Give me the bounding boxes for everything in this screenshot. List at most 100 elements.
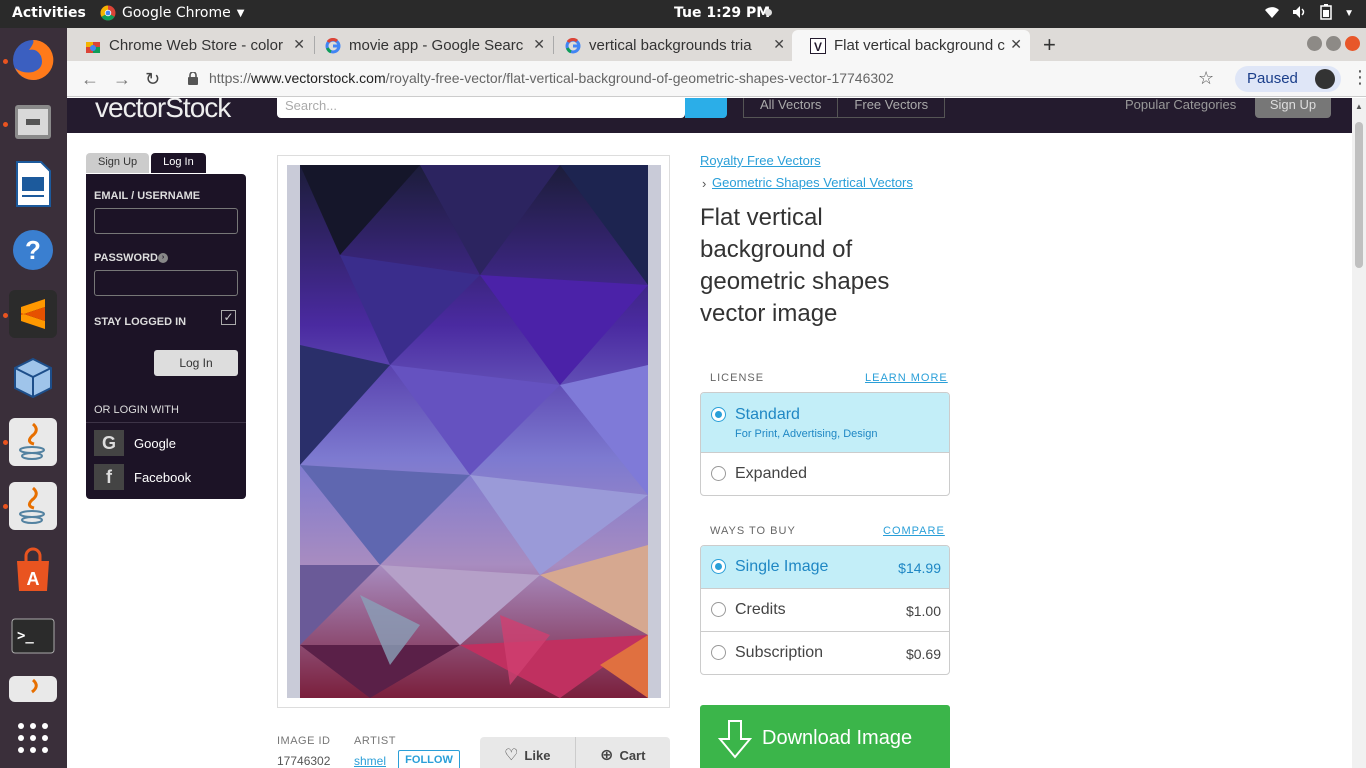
log-in-button[interactable]: Log In	[154, 350, 238, 376]
purchase-options: Single Image $14.99 Credits $1.00 Subscr…	[700, 545, 950, 675]
system-tray[interactable]: ▼	[1264, 4, 1354, 23]
scrollbar-thumb[interactable]	[1355, 122, 1363, 268]
volume-icon	[1292, 5, 1308, 22]
running-indicator	[3, 440, 8, 445]
search-button[interactable]	[685, 98, 727, 118]
radio-button[interactable]	[711, 645, 726, 660]
cart-label: Cart	[619, 747, 646, 763]
free-vectors-link[interactable]: Free Vectors	[838, 98, 944, 117]
purchase-option-subscription[interactable]: Subscription $0.69	[701, 632, 949, 674]
facebook-icon: f	[94, 464, 124, 490]
cart-button[interactable]: ⊕ Cart	[576, 737, 671, 768]
page-viewport: vectorStock Search... All Vectors Free V…	[67, 98, 1366, 768]
sublime-text-icon[interactable]	[9, 290, 57, 338]
files-icon[interactable]	[9, 98, 57, 146]
site-logo[interactable]: vectorStock	[95, 98, 231, 124]
all-vectors-link[interactable]: All Vectors	[744, 98, 839, 117]
address-bar[interactable]: https://www.vectorstock.com/royalty-free…	[209, 70, 894, 86]
clock[interactable]: Tue 1:29 PM	[674, 5, 770, 21]
popular-categories-link[interactable]: Popular Categories	[1125, 98, 1236, 112]
forward-arrow-icon[interactable]: →	[113, 69, 131, 90]
scroll-up-icon[interactable]: ▲	[1355, 102, 1363, 111]
facebook-login-button[interactable]: f Facebook	[94, 464, 191, 490]
more-menu-icon[interactable]: ⋮	[1351, 67, 1366, 88]
help-icon[interactable]: ?	[9, 226, 57, 274]
license-option-standard[interactable]: Standard For Print, Advertising, Design	[701, 393, 949, 453]
page-scrollbar[interactable]: ▲	[1352, 98, 1366, 768]
minimize-icon[interactable]	[1307, 36, 1322, 51]
show-applications-icon[interactable]	[9, 714, 57, 762]
option-name: Credits	[735, 601, 786, 618]
terminal-icon[interactable]: >_	[9, 612, 57, 660]
firefox-icon[interactable]	[9, 36, 57, 84]
activities-button[interactable]: Activities	[12, 5, 86, 21]
libreoffice-impress-icon[interactable]	[9, 160, 57, 208]
svg-text:A: A	[27, 569, 40, 589]
compare-link[interactable]: COMPARE	[883, 525, 945, 537]
like-button[interactable]: ♡ Like	[480, 737, 576, 768]
reload-icon[interactable]: ↻	[145, 69, 160, 90]
stay-logged-in-checkbox[interactable]: ✓	[221, 310, 236, 325]
new-tab-icon[interactable]: +	[1043, 32, 1056, 58]
breadcrumb-geometric-shapes[interactable]: Geometric Shapes Vertical Vectors	[712, 175, 913, 190]
option-price: $1.00	[905, 603, 941, 619]
vector-preview[interactable]	[277, 155, 670, 708]
radio-button[interactable]	[711, 559, 726, 574]
info-icon[interactable]: ›	[158, 253, 168, 263]
tab-google-search-vertical-backgrounds[interactable]: vertical backgrounds tria ✕	[547, 30, 793, 61]
site-search-input[interactable]: Search...	[277, 98, 685, 118]
artist-link[interactable]: shmel	[354, 754, 386, 768]
google-login-label: Google	[134, 435, 176, 451]
software-center-icon[interactable]: A	[9, 546, 57, 594]
radio-button[interactable]	[711, 466, 726, 481]
email-field[interactable]	[94, 208, 238, 234]
close-window-icon[interactable]	[1345, 36, 1360, 51]
close-icon[interactable]: ✕	[533, 36, 545, 53]
app-menu-label: Google Chrome	[122, 5, 231, 21]
radio-button[interactable]	[711, 407, 726, 422]
tab-chrome-web-store[interactable]: Chrome Web Store - color ✕	[67, 30, 313, 61]
tab-google-search-movie-app[interactable]: movie app - Google Searc ✕	[307, 30, 553, 61]
download-image-button[interactable]: Download Image	[700, 705, 950, 768]
tab-sign-up[interactable]: Sign Up	[86, 153, 150, 173]
email-label: EMAIL / USERNAME	[94, 190, 201, 202]
window-controls	[1307, 36, 1360, 51]
login-panel: EMAIL / USERNAME PASSWORD › STAY LOGGED …	[86, 174, 246, 499]
breadcrumb-separator-icon: ›	[702, 176, 707, 191]
close-icon[interactable]: ✕	[1010, 36, 1022, 53]
follow-button[interactable]: FOLLOW	[398, 750, 460, 768]
purchase-option-credits[interactable]: Credits $1.00	[701, 589, 949, 632]
radio-button[interactable]	[711, 602, 726, 617]
google-login-button[interactable]: G Google	[94, 430, 176, 456]
java-icon[interactable]	[9, 482, 57, 530]
app-menu[interactable]: Google Chrome ▼	[100, 5, 244, 21]
google-icon	[325, 37, 341, 54]
bookmark-star-icon[interactable]: ☆	[1198, 68, 1214, 89]
option-name: Single Image	[735, 558, 829, 575]
header-signup-button[interactable]: Sign Up	[1255, 98, 1331, 118]
java-icon[interactable]	[9, 418, 57, 466]
tab-log-in[interactable]: Log In	[151, 153, 206, 173]
virtualbox-icon[interactable]	[9, 354, 57, 402]
maximize-icon[interactable]	[1326, 36, 1341, 51]
lock-icon[interactable]	[188, 71, 198, 90]
webstore-icon	[85, 38, 101, 54]
java-icon[interactable]	[9, 676, 57, 702]
like-cart-bar: ♡ Like ⊕ Cart	[480, 737, 670, 768]
browser-toolbar: ← → ↻ https://www.vectorstock.com/royalt…	[67, 61, 1366, 97]
close-icon[interactable]: ✕	[773, 36, 785, 53]
password-label: PASSWORD	[94, 252, 158, 264]
close-icon[interactable]: ✕	[293, 36, 305, 53]
profile-button[interactable]: Paused	[1235, 66, 1341, 92]
learn-more-link[interactable]: LEARN MORE	[865, 372, 948, 384]
license-name: Expanded	[735, 465, 808, 482]
breadcrumb-royalty-free-vectors[interactable]: Royalty Free Vectors	[700, 153, 821, 168]
license-option-expanded[interactable]: Expanded	[701, 453, 949, 495]
license-options: Standard For Print, Advertising, Design …	[700, 392, 950, 496]
chevron-down-icon: ▼	[236, 7, 245, 19]
image-id-value: 17746302	[277, 754, 331, 768]
purchase-option-single-image[interactable]: Single Image $14.99	[701, 546, 949, 589]
tab-vectorstock-active[interactable]: V Flat vertical background c ✕	[792, 30, 1030, 61]
back-arrow-icon[interactable]: ←	[81, 69, 99, 90]
password-field[interactable]	[94, 270, 238, 296]
